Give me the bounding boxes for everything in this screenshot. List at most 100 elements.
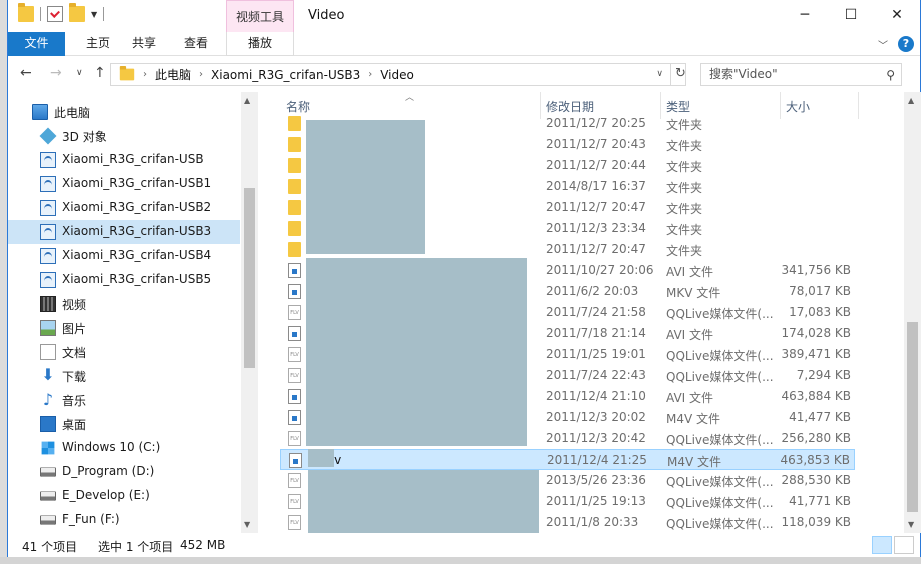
scroll-down-icon[interactable]: ▼ [244,520,250,529]
sidebar-item-label: 文档 [62,346,87,360]
file-size: 256,280 KB [781,431,851,445]
breadcrumb-video[interactable]: Video [380,68,414,82]
breadcrumb-this-pc[interactable]: 此电脑 [155,66,191,83]
video-file-icon [288,389,301,404]
details-view-button[interactable] [872,536,892,554]
forward-icon[interactable]: → [50,65,62,81]
search-icon[interactable]: ⚲ [886,65,895,86]
sidebar-item[interactable]: E_Develop (E:) [8,484,240,508]
drive-icon [40,491,56,501]
nav-scroll-thumb[interactable] [244,188,255,368]
sidebar-item-label: 视频 [62,298,87,312]
file-type: QQLive媒体文件(... [666,370,774,384]
redacted-area [306,258,527,446]
properties-icon[interactable] [47,6,63,22]
video-icon [40,296,56,312]
scroll-up-icon[interactable]: ▲ [244,96,250,105]
tab-file[interactable]: 文件 [8,32,65,56]
address-bar[interactable]: › 此电脑 › Xiaomi_R3G_crifan-USB3 › Video ∨ [110,63,686,86]
sidebar-item[interactable]: F_Fun (F:) [8,508,240,532]
sidebar-item-label: Windows 10 (C:) [62,440,161,454]
chevron-right-icon[interactable]: › [368,69,372,80]
search-input[interactable]: 搜索"Video" ⚲ [700,63,902,86]
file-date: 2011/6/2 20:03 [546,284,639,298]
sidebar-item[interactable]: 图片 [8,316,240,340]
file-type: 文件夹 [666,244,703,258]
sidebar-item-label: 音乐 [62,394,87,408]
sidebar-item-label: 下载 [62,370,87,384]
up-icon[interactable]: ↑ [94,65,106,81]
file-type: QQLive媒体文件(... [666,307,774,321]
chevron-right-icon[interactable]: › [143,69,147,80]
file-date: 2011/12/3 20:42 [546,431,646,445]
video-file-icon [288,263,301,278]
sidebar-item[interactable]: D_Program (D:) [8,460,240,484]
sidebar-item-label: D_Program (D:) [62,464,155,478]
recent-locations-icon[interactable]: ∨ [76,68,83,78]
minimize-button[interactable]: ─ [782,0,828,30]
file-size: 463,853 KB [780,453,850,467]
tab-view[interactable]: 查看 [174,32,218,56]
file-size: 7,294 KB [796,368,851,382]
sidebar-item[interactable]: 文档 [8,340,240,364]
sidebar-item-label: E_Develop (E:) [62,488,150,502]
address-dropdown-icon[interactable]: ∨ [656,69,663,79]
scroll-down-icon[interactable]: ▼ [908,520,914,529]
file-list: ︿ 名称 修改日期 类型 大小 2011/12/7 20:25 文件夹 2011/1… [260,92,911,533]
tab-home[interactable]: 主页 [76,32,120,56]
refresh-button[interactable]: ↻ [670,63,690,86]
file-size: 389,471 KB [781,347,851,361]
sidebar-item[interactable]: Xiaomi_R3G_crifan-USB4 [8,244,240,268]
network-drive-icon [40,224,56,240]
sidebar-item[interactable]: Xiaomi_R3G_crifan-USB3 [8,220,240,244]
expand-ribbon-icon[interactable]: ﹀ [878,37,888,52]
sidebar-item-label: 桌面 [62,418,87,432]
tab-share[interactable]: 共享 [122,32,166,56]
chevron-right-icon[interactable]: › [199,69,203,80]
sidebar-item[interactable]: 视频 [8,292,240,316]
close-button[interactable]: ✕ [874,0,920,30]
file-list-scroll-thumb[interactable] [907,322,918,512]
video-file-icon [289,453,302,468]
navigation-bar: ← → ∨ ↑ › 此电脑 › Xiaomi_R3G_crifan-USB3 ›… [8,57,920,91]
table-row[interactable]: .m4v2011/12/4 21:25M4V 文件463,853 KB [280,449,855,470]
file-date: 2011/7/24 21:58 [546,305,646,319]
sidebar-item[interactable]: Xiaomi_R3G_crifan-USB1 [8,172,240,196]
nav-scrollbar[interactable]: ▲ ▼ [241,92,258,533]
network-drive-icon [40,200,56,216]
breadcrumb-usb3[interactable]: Xiaomi_R3G_crifan-USB3 [211,68,360,82]
tab-play[interactable]: 播放 [226,32,294,56]
folder-icon [288,137,301,152]
qat-dropdown-icon[interactable]: ▼ [91,10,97,19]
file-type: QQLive媒体文件(... [666,496,774,510]
sidebar-item[interactable]: ⬇ 下载 [8,364,240,388]
flv-file-icon: FLV [288,515,301,530]
new-folder-icon[interactable] [69,3,85,22]
scroll-up-icon[interactable]: ▲ [908,96,914,105]
sidebar-item[interactable]: 3D 对象 [8,124,240,148]
maximize-button[interactable]: ☐ [828,0,874,30]
window-title: Video [308,8,345,23]
file-date: 2011/12/7 20:47 [546,200,646,214]
folder-icon [288,158,301,173]
file-list-scrollbar[interactable]: ▲ ▼ [904,92,921,533]
file-date: 2011/1/25 19:01 [546,347,646,361]
title-bar: ▼ 视频工具 Video ─ ☐ ✕ [8,0,920,32]
network-drive-icon [40,176,56,192]
network-drive-icon [40,152,56,168]
file-date: 2013/5/26 23:36 [546,473,646,487]
sidebar-item[interactable]: Xiaomi_R3G_crifan-USB [8,148,240,172]
sidebar-item[interactable]: Xiaomi_R3G_crifan-USB2 [8,196,240,220]
sidebar-item[interactable]: Xiaomi_R3G_crifan-USB5 [8,268,240,292]
sidebar-item[interactable]: 桌面 [8,412,240,436]
large-icons-view-button[interactable] [894,536,914,554]
file-type: M4V 文件 [667,455,722,469]
redacted-area [308,449,334,467]
sidebar-item[interactable]: 此电脑 [8,100,240,124]
sidebar-item[interactable]: Windows 10 (C:) [8,436,240,460]
flv-file-icon: FLV [288,305,301,320]
sidebar-item-label: Xiaomi_R3G_crifan-USB3 [62,224,212,238]
help-icon[interactable]: ? [898,36,914,52]
back-icon[interactable]: ← [20,65,32,81]
sidebar-item[interactable]: ♪ 音乐 [8,388,240,412]
